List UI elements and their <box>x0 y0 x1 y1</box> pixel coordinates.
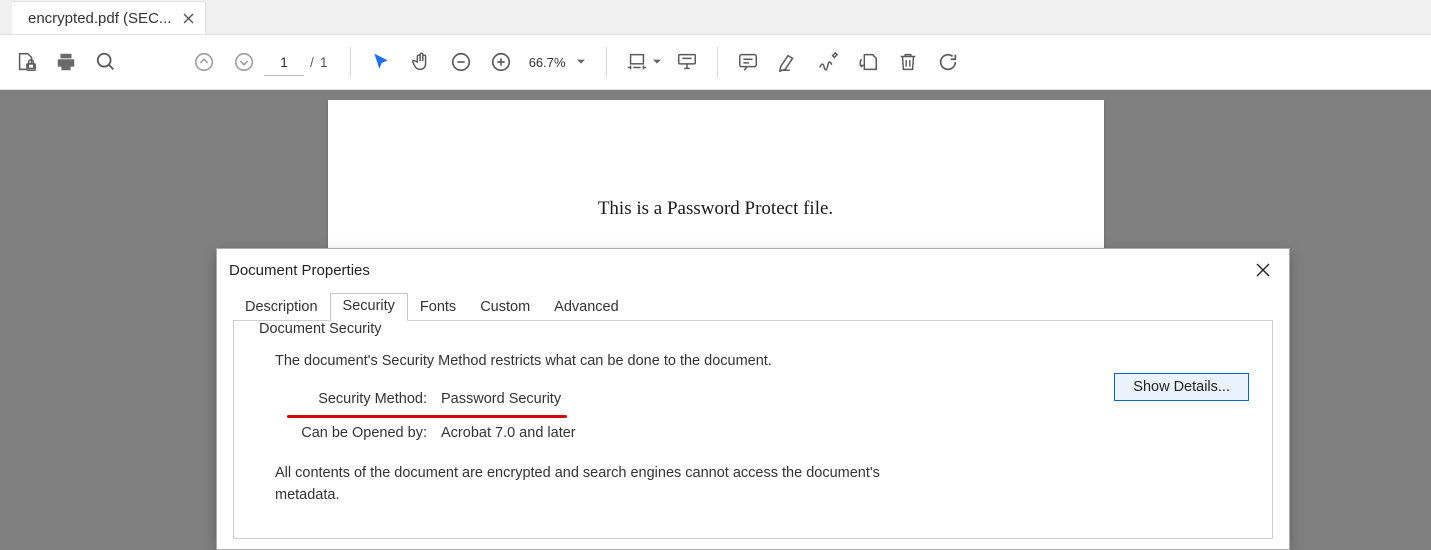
delete-icon[interactable] <box>888 42 928 82</box>
chevron-down-icon[interactable] <box>653 58 661 66</box>
highlight-icon[interactable] <box>768 42 808 82</box>
document-security-fieldset: Document Security The document's Securit… <box>247 331 1259 533</box>
close-dialog-icon[interactable] <box>1249 256 1277 284</box>
save-locked-icon[interactable] <box>6 42 46 82</box>
tab-bar: encrypted.pdf (SEC... <box>0 0 1431 35</box>
opened-by-row: Can be Opened by: Acrobat 7.0 and later <box>275 425 1239 441</box>
document-properties-dialog: Document Properties Description Security… <box>216 248 1290 550</box>
hand-tool-icon[interactable] <box>401 42 441 82</box>
tab-title: encrypted.pdf (SEC... <box>28 10 171 27</box>
divider <box>717 47 718 77</box>
tab-description[interactable]: Description <box>233 295 330 321</box>
prev-page-icon[interactable] <box>184 42 224 82</box>
security-method-label: Security Method: <box>297 391 427 407</box>
print-icon[interactable] <box>46 42 86 82</box>
tab-custom[interactable]: Custom <box>468 295 542 321</box>
read-mode-icon[interactable] <box>667 42 707 82</box>
dialog-tabs: Description Security Fonts Custom Advanc… <box>217 291 1289 321</box>
page-count: 1 <box>320 54 328 70</box>
chevron-down-icon <box>574 55 588 69</box>
tab-advanced[interactable]: Advanced <box>542 295 631 321</box>
zoom-out-icon[interactable] <box>441 42 481 82</box>
search-icon[interactable] <box>86 42 126 82</box>
opened-by-label: Can be Opened by: <box>297 425 427 441</box>
sign-icon[interactable] <box>808 42 848 82</box>
document-tab[interactable]: encrypted.pdf (SEC... <box>12 1 206 34</box>
show-details-button[interactable]: Show Details... <box>1114 373 1249 401</box>
toolbar: / 1 66.7% <box>0 35 1431 90</box>
page-text: This is a Password Protect file. <box>328 198 1104 220</box>
zoom-value: 66.7% <box>529 55 566 70</box>
divider <box>350 47 351 77</box>
fit-width-icon[interactable] <box>617 42 657 82</box>
comment-icon[interactable] <box>728 42 768 82</box>
page-number-input[interactable] <box>264 48 304 76</box>
encryption-note: All contents of the document are encrypt… <box>275 463 915 507</box>
security-intro-text: The document's Security Method restricts… <box>275 353 1239 369</box>
divider <box>606 47 607 77</box>
page-separator: / <box>310 54 314 70</box>
close-tab-icon[interactable] <box>181 11 195 25</box>
security-method-row: Security Method: Password Security <box>275 391 1239 407</box>
annotation-underline <box>287 415 567 418</box>
fieldset-legend: Document Security <box>253 321 388 337</box>
next-page-icon[interactable] <box>224 42 264 82</box>
security-method-value: Password Security <box>441 391 561 407</box>
select-tool-icon[interactable] <box>361 42 401 82</box>
opened-by-value: Acrobat 7.0 and later <box>441 425 576 441</box>
rotate-page-icon[interactable] <box>848 42 888 82</box>
rotate-view-icon[interactable] <box>928 42 968 82</box>
zoom-in-icon[interactable] <box>481 42 521 82</box>
tab-fonts[interactable]: Fonts <box>408 295 468 321</box>
tab-security[interactable]: Security <box>330 293 408 321</box>
zoom-level-display[interactable]: 66.7% <box>521 51 596 74</box>
dialog-title-text: Document Properties <box>229 262 370 279</box>
dialog-titlebar: Document Properties <box>217 249 1289 291</box>
